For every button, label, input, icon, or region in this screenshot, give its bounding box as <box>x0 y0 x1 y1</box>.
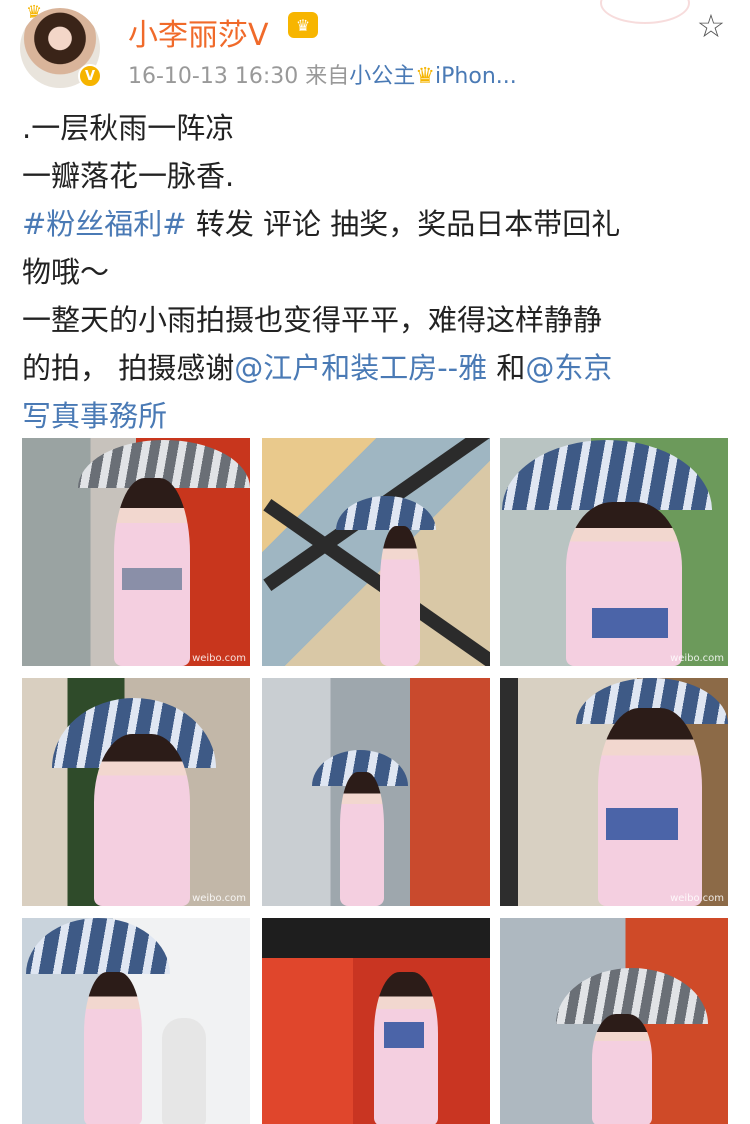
obi-shape <box>592 608 668 638</box>
source-device-link[interactable]: iPhon... <box>435 64 517 89</box>
umbrella-shape <box>26 918 170 974</box>
photo-4[interactable]: weibo.com <box>22 678 250 906</box>
umbrella-shape <box>336 496 436 530</box>
ceiling-shape <box>262 918 490 958</box>
text-line-6: 的拍， 拍摄感谢@江户和装工房--雅 和@东京 <box>22 344 732 392</box>
vip-badge-icon: ♛ <box>288 12 318 38</box>
mention-tokyo-link[interactable]: @东京 <box>525 351 612 385</box>
verified-badge-icon: V <box>78 64 102 88</box>
text-line-6-prefix: 的拍， 拍摄感谢 <box>22 351 235 385</box>
kimono-figure <box>94 734 190 906</box>
post-header: ♛ V 小李丽莎V ♛ 16-10-13 16:30 来自小公主♛iPhon..… <box>0 0 750 100</box>
mention-edo-link[interactable]: @江户和装工房--雅 <box>234 351 487 385</box>
kimono-figure <box>84 972 142 1124</box>
avatar-wrap[interactable]: ♛ V <box>20 2 104 92</box>
umbrella-shape <box>502 440 712 510</box>
obi-shape <box>122 568 182 590</box>
text-line-1: .一层秋雨一阵凉 <box>22 111 235 145</box>
weibo-watermark: weibo.com <box>192 893 246 904</box>
photo-8[interactable] <box>262 918 490 1124</box>
kimono-figure <box>380 526 420 666</box>
photo-3[interactable]: weibo.com <box>500 438 728 666</box>
weibo-watermark: weibo.com <box>670 653 724 664</box>
post-text: .一层秋雨一阵凉 一瓣落花一脉香. #粉丝福利# 转发 评论 抽奖，奖品日本带回… <box>22 104 732 440</box>
weibo-watermark: weibo.com <box>670 893 724 904</box>
hashtag-link[interactable]: #粉丝福利# <box>22 207 187 241</box>
weibo-watermark: weibo.com <box>192 653 246 664</box>
photo-6[interactable]: weibo.com <box>500 678 728 906</box>
text-line-3-rest: 转发 评论 抽奖，奖品日本带回礼 <box>186 207 621 241</box>
stamp-decoration <box>600 0 690 24</box>
text-line-2: 一瓣落花一脉香. <box>22 159 235 193</box>
text-line-3: #粉丝福利# 转发 评论 抽奖，奖品日本带回礼 <box>22 200 732 248</box>
source-prefix: 来自 <box>305 64 350 89</box>
photo-7[interactable] <box>22 918 250 1124</box>
text-line-4: 物哦～ <box>22 255 110 289</box>
mention-tokyo-link-cont[interactable]: 写真事務所 <box>22 392 732 440</box>
username[interactable]: 小李丽莎V <box>128 10 269 54</box>
text-line-5: 一整天的小雨拍摄也变得平平，难得这样静静 <box>22 303 603 337</box>
timestamp: 16-10-13 16:30 <box>128 64 299 89</box>
text-line-6-mid: 和 <box>487 351 526 385</box>
statue-shape <box>162 1018 206 1124</box>
kimono-figure <box>566 502 682 666</box>
obi-shape <box>384 1022 424 1048</box>
photo-5[interactable] <box>262 678 490 906</box>
kimono-figure <box>374 972 438 1124</box>
post-meta: 16-10-13 16:30 来自小公主♛iPhon... <box>128 58 517 90</box>
kimono-figure <box>598 708 702 906</box>
kimono-figure <box>592 1014 652 1124</box>
princess-icon: ♛ <box>415 64 436 89</box>
obi-shape <box>606 808 678 840</box>
kimono-figure <box>340 772 384 906</box>
source-app-link[interactable]: 小公主 <box>349 64 415 89</box>
favorite-star-icon[interactable]: ☆ <box>693 8 729 44</box>
photo-9[interactable] <box>500 918 728 1124</box>
photo-2[interactable] <box>262 438 490 666</box>
photo-1[interactable]: weibo.com <box>22 438 250 666</box>
